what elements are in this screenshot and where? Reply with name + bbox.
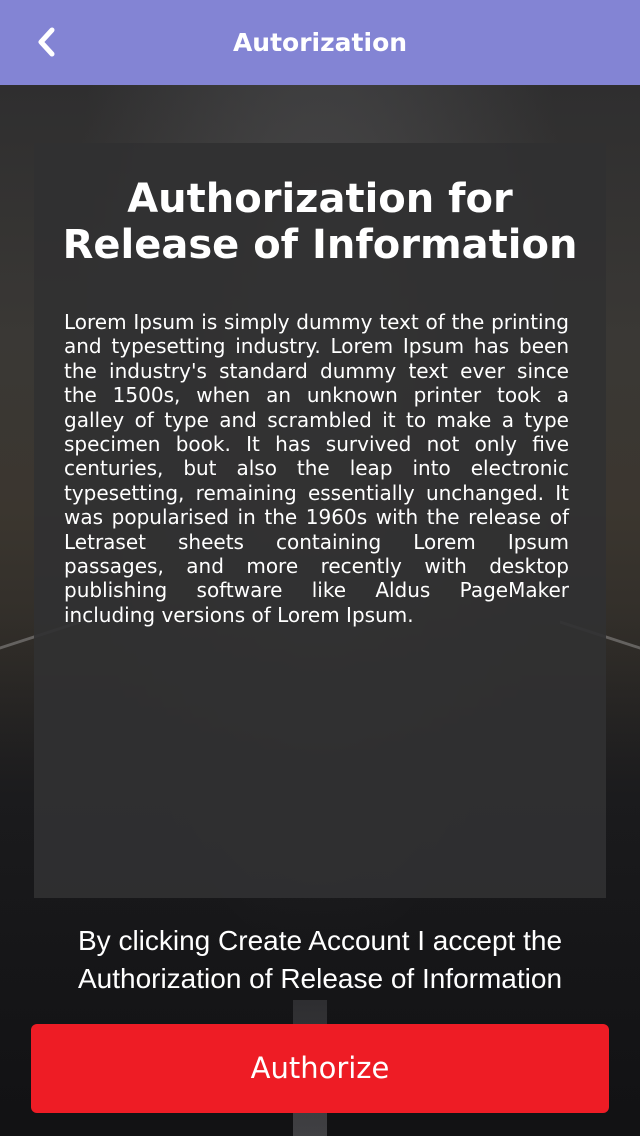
panel-heading-line2: Release of Information [62, 222, 578, 268]
consent-text: By clicking Create Account I accept the … [20, 922, 620, 998]
authorize-button[interactable]: Authorize [31, 1024, 609, 1113]
nav-header: Autorization [0, 0, 640, 85]
page-title: Autorization [232, 28, 408, 57]
panel-heading-line1: Authorization for [127, 176, 513, 222]
consent-line2: Authorization of Release of Information [77, 963, 563, 994]
consent-line1: By clicking Create Account I accept the [77, 925, 563, 956]
panel-heading: Authorization for Release of Information [20, 176, 620, 268]
panel-body-text: Lorem Ipsum is simply dummy text of the … [64, 310, 569, 627]
authorization-screen: Autorization Authorization for Release o… [0, 0, 640, 1136]
